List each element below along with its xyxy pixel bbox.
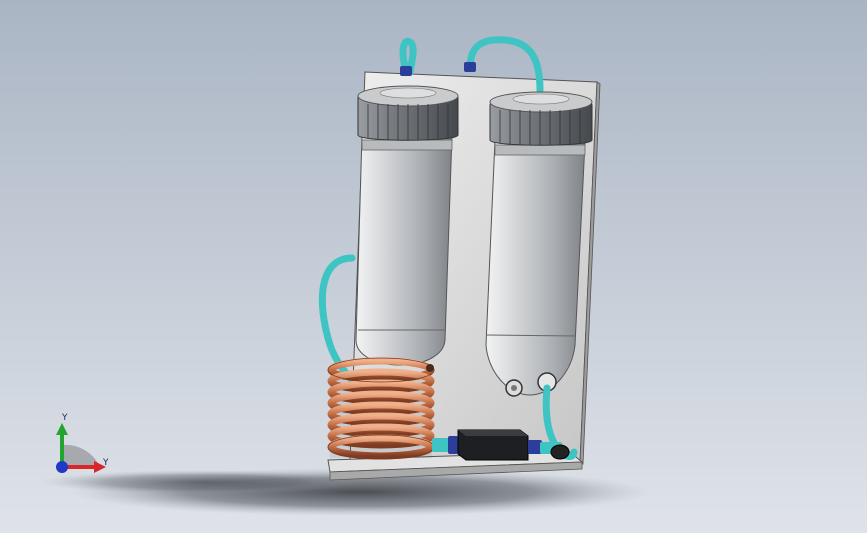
axis-triad-graphic bbox=[56, 423, 106, 473]
graphics-viewport[interactable]: Y Y bbox=[0, 0, 867, 533]
axis-triad[interactable]: Y Y bbox=[40, 405, 120, 485]
fitting-top-right bbox=[464, 62, 476, 72]
triad-x-label: Y bbox=[103, 458, 109, 468]
z-axis-dot bbox=[56, 461, 68, 473]
model-scene[interactable] bbox=[0, 0, 867, 533]
filter-housing-left[interactable] bbox=[355, 85, 459, 366]
triad-y-label: Y bbox=[62, 413, 68, 423]
fitting-top-left bbox=[400, 66, 412, 76]
copper-coil[interactable] bbox=[327, 357, 435, 460]
